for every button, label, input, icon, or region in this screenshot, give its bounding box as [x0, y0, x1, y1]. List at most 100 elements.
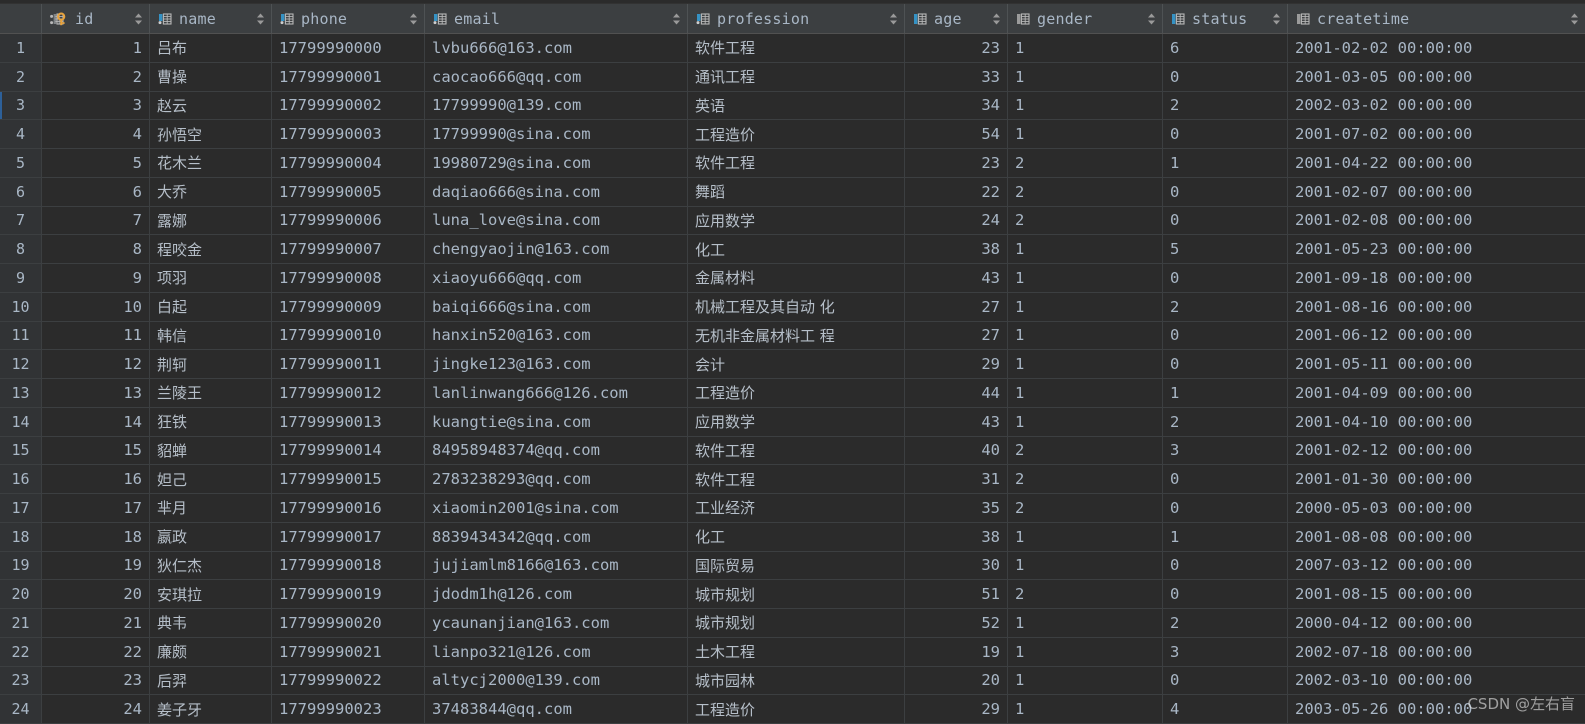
cell-gender[interactable]: 2 — [1008, 436, 1163, 465]
cell-status[interactable]: 0 — [1163, 580, 1288, 608]
table-row[interactable]: 18 18 嬴政 17799990017 8839434342@qq.com 化工 38 1 1… — [0, 522, 1585, 552]
row-number[interactable]: 1 — [0, 34, 42, 62]
column-header-age[interactable]: age — [905, 4, 1008, 33]
cell-gender[interactable]: 1 — [1008, 350, 1163, 378]
row-number[interactable]: 15 — [0, 436, 42, 465]
cell-name[interactable]: 安琪拉 — [150, 580, 272, 608]
cell-createtime[interactable]: 2000-04-12 00:00:00 — [1288, 609, 1585, 637]
row-number[interactable]: 16 — [0, 465, 42, 493]
cell-gender[interactable]: 1 — [1008, 551, 1163, 580]
cell-profession[interactable]: 会计 — [688, 350, 905, 378]
cell-phone[interactable]: 17799990009 — [272, 292, 425, 321]
cell-age[interactable]: 29 — [905, 350, 1008, 378]
cell-status[interactable]: 3 — [1163, 637, 1288, 666]
cell-profession[interactable]: 软件工程 — [688, 34, 905, 62]
cell-profession[interactable]: 工程造价 — [688, 379, 905, 407]
cell-id[interactable]: 16 — [42, 465, 150, 493]
cell-email[interactable]: 8839434342@qq.com — [425, 522, 688, 551]
cell-status[interactable]: 0 — [1163, 666, 1288, 695]
sort-toggle-icon[interactable] — [1272, 12, 1281, 26]
cell-id[interactable]: 22 — [42, 637, 150, 666]
cell-createtime[interactable]: 2001-05-23 00:00:00 — [1288, 235, 1585, 263]
cell-name[interactable]: 典韦 — [150, 609, 272, 637]
cell-age[interactable]: 22 — [905, 177, 1008, 206]
cell-name[interactable]: 花木兰 — [150, 149, 272, 177]
cell-createtime[interactable]: 2002-07-18 00:00:00 — [1288, 637, 1585, 666]
cell-name[interactable]: 露娜 — [150, 206, 272, 235]
row-number[interactable]: 11 — [0, 321, 42, 350]
cell-profession[interactable]: 国际贸易 — [688, 551, 905, 580]
cell-id[interactable]: 13 — [42, 379, 150, 407]
cell-name[interactable]: 荆轲 — [150, 350, 272, 378]
cell-age[interactable]: 27 — [905, 292, 1008, 321]
cell-status[interactable]: 6 — [1163, 34, 1288, 62]
cell-profession[interactable]: 舞蹈 — [688, 177, 905, 206]
cell-age[interactable]: 29 — [905, 695, 1008, 723]
row-number[interactable]: 14 — [0, 407, 42, 436]
cell-phone[interactable]: 17799990020 — [272, 609, 425, 637]
cell-phone[interactable]: 17799990014 — [272, 436, 425, 465]
cell-gender[interactable]: 1 — [1008, 91, 1163, 120]
cell-createtime[interactable]: 2001-09-18 00:00:00 — [1288, 264, 1585, 292]
table-row[interactable]: 3 3 赵云 17799990002 17799990@139.com 英语 34 1 2 200… — [0, 91, 1585, 121]
cell-email[interactable]: lvbu666@163.com — [425, 34, 688, 62]
cell-profession[interactable]: 英语 — [688, 91, 905, 120]
cell-id[interactable]: 14 — [42, 407, 150, 436]
cell-phone[interactable]: 17799990006 — [272, 206, 425, 235]
table-row[interactable]: 23 23 后羿 17799990022 altycj2000@139.com 城市园林 2… — [0, 666, 1585, 696]
cell-phone[interactable]: 17799990002 — [272, 91, 425, 120]
cell-email[interactable]: chengyaojin@163.com — [425, 235, 688, 263]
cell-email[interactable]: altycj2000@139.com — [425, 666, 688, 695]
cell-status[interactable]: 3 — [1163, 436, 1288, 465]
cell-phone[interactable]: 17799990022 — [272, 666, 425, 695]
cell-createtime[interactable]: 2003-05-26 00:00:00 — [1288, 695, 1585, 723]
cell-gender[interactable]: 2 — [1008, 206, 1163, 235]
cell-phone[interactable]: 17799990001 — [272, 62, 425, 91]
cell-name[interactable]: 姜子牙 — [150, 695, 272, 723]
table-row[interactable]: 14 14 狂铁 17799990013 kuangtie@sina.com 应用数学 43… — [0, 407, 1585, 437]
cell-email[interactable]: kuangtie@sina.com — [425, 407, 688, 436]
cell-createtime[interactable]: 2001-07-02 00:00:00 — [1288, 120, 1585, 148]
cell-email[interactable]: jujiamlm8166@163.com — [425, 551, 688, 580]
cell-gender[interactable]: 2 — [1008, 177, 1163, 206]
column-header-name[interactable]: name — [150, 4, 272, 33]
cell-email[interactable]: daqiao666@sina.com — [425, 177, 688, 206]
sort-toggle-icon[interactable] — [992, 12, 1001, 26]
cell-gender[interactable]: 2 — [1008, 580, 1163, 608]
cell-id[interactable]: 18 — [42, 522, 150, 551]
cell-email[interactable]: 2783238293@qq.com — [425, 465, 688, 493]
cell-status[interactable]: 1 — [1163, 522, 1288, 551]
cell-id[interactable]: 12 — [42, 350, 150, 378]
cell-phone[interactable]: 17799990005 — [272, 177, 425, 206]
cell-profession[interactable]: 无机非金属材料工 程 — [688, 321, 905, 350]
table-row[interactable]: 12 12 荆轲 17799990011 jingke123@163.com 会计 29 1 0… — [0, 350, 1585, 379]
cell-profession[interactable]: 应用数学 — [688, 206, 905, 235]
cell-status[interactable]: 0 — [1163, 551, 1288, 580]
cell-name[interactable]: 程咬金 — [150, 235, 272, 263]
cell-id[interactable]: 20 — [42, 580, 150, 608]
cell-status[interactable]: 0 — [1163, 120, 1288, 148]
cell-id[interactable]: 6 — [42, 177, 150, 206]
cell-status[interactable]: 2 — [1163, 91, 1288, 120]
cell-id[interactable]: 7 — [42, 206, 150, 235]
cell-profession[interactable]: 金属材料 — [688, 264, 905, 292]
cell-age[interactable]: 35 — [905, 494, 1008, 522]
cell-profession[interactable]: 城市园林 — [688, 666, 905, 695]
cell-age[interactable]: 23 — [905, 34, 1008, 62]
cell-createtime[interactable]: 2001-02-12 00:00:00 — [1288, 436, 1585, 465]
column-header-email[interactable]: email — [425, 4, 688, 33]
sort-toggle-icon[interactable] — [1147, 12, 1156, 26]
row-number[interactable]: 21 — [0, 609, 42, 637]
cell-gender[interactable]: 1 — [1008, 522, 1163, 551]
cell-email[interactable]: baiqi666@sina.com — [425, 292, 688, 321]
cell-email[interactable]: 19980729@sina.com — [425, 149, 688, 177]
cell-createtime[interactable]: 2001-01-30 00:00:00 — [1288, 465, 1585, 493]
cell-age[interactable]: 38 — [905, 522, 1008, 551]
cell-id[interactable]: 10 — [42, 292, 150, 321]
cell-gender[interactable]: 1 — [1008, 407, 1163, 436]
table-row[interactable]: 5 5 花木兰 17799990004 19980729@sina.com 软件工程 23 2… — [0, 149, 1585, 178]
cell-profession[interactable]: 软件工程 — [688, 465, 905, 493]
cell-gender[interactable]: 1 — [1008, 379, 1163, 407]
cell-profession[interactable]: 通讯工程 — [688, 62, 905, 91]
cell-gender[interactable]: 1 — [1008, 637, 1163, 666]
